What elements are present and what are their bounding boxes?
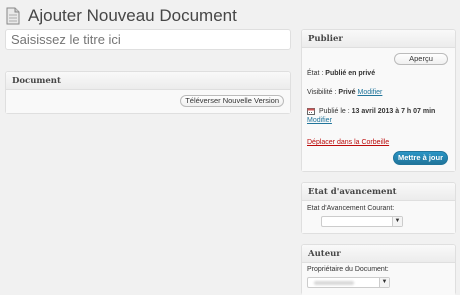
publish-box-body: Aperçu État : Publié en privé Visibilité… [302, 48, 455, 171]
calendar-icon [307, 107, 315, 117]
title-input[interactable] [5, 29, 291, 50]
move-to-trash-link[interactable]: Déplacer dans la Corbeille [307, 139, 389, 146]
document-icon [6, 7, 20, 25]
visibility-edit-link[interactable]: Modifier [357, 89, 382, 96]
visibility-row: Visibilité : Privé Modifier [307, 89, 382, 96]
visibility-value: Privé [338, 89, 356, 96]
progress-box-header: Etat d'avancement [302, 183, 455, 201]
progress-select[interactable]: ▼ [321, 216, 403, 227]
upload-new-version-button[interactable]: Téléverser Nouvelle Version [180, 95, 284, 107]
document-box-body: Téléverser Nouvelle Version [6, 90, 290, 113]
owner-value-redacted [314, 281, 354, 285]
progress-box-body: Etat d'Avancement Courant: ▼ [302, 201, 455, 233]
published-edit-link[interactable]: Modifier [307, 117, 332, 124]
status-row: État : Publié en privé [307, 70, 375, 77]
author-box-body: Propriétaire du Document: ▼ [302, 263, 455, 295]
progress-label: Etat d'Avancement Courant: [307, 205, 395, 212]
visibility-label: Visibilité : [307, 89, 337, 96]
chevron-down-icon: ▼ [392, 217, 402, 226]
page-title: Ajouter Nouveau Document [28, 6, 237, 25]
chevron-down-icon: ▼ [379, 278, 389, 287]
published-label: Publié le : [318, 108, 350, 115]
update-button[interactable]: Mettre à jour [393, 151, 448, 165]
published-value: 13 avril 2013 à 7 h 07 min [351, 108, 436, 115]
status-label: État : [307, 70, 324, 77]
author-box: Auteur Propriétaire du Document: ▼ [301, 244, 456, 295]
owner-label: Propriétaire du Document: [307, 266, 389, 273]
document-box-header: Document [6, 72, 290, 90]
publish-box: Publier Aperçu État : Publié en privé Vi… [301, 29, 456, 172]
publish-box-header: Publier [302, 30, 455, 48]
author-box-header: Auteur [302, 245, 455, 263]
preview-button[interactable]: Aperçu [394, 53, 448, 65]
document-box: Document Téléverser Nouvelle Version [5, 71, 291, 114]
owner-select[interactable]: ▼ [307, 277, 390, 288]
page-header: Ajouter Nouveau Document [6, 4, 237, 28]
progress-box: Etat d'avancement Etat d'Avancement Cour… [301, 182, 456, 234]
published-row: Publié le : 13 avril 2013 à 7 h 07 min [307, 107, 435, 117]
status-value: Publié en privé [325, 70, 376, 77]
